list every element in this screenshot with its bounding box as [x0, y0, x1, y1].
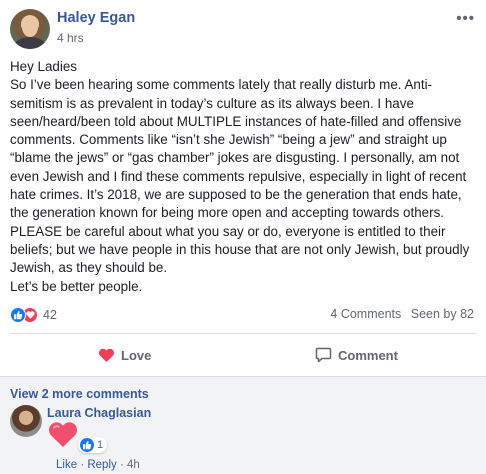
view-more-comments-link[interactable]: View 2 more comments — [10, 387, 149, 401]
comment-reaction-badge[interactable]: 1 — [78, 437, 108, 453]
post-closing: Let’s be better people. — [10, 278, 143, 294]
post-paragraph: So I’ve been hearing some comments latel… — [10, 77, 470, 276]
post-stats: 4 Comments Seen by 82 — [324, 307, 474, 321]
author-avatar[interactable] — [10, 9, 50, 49]
post-card: Haley Egan 4 hrs ••• Hey Ladies So I’ve … — [0, 0, 486, 474]
love-label: Love — [121, 347, 152, 363]
comment-count-link[interactable]: 4 Comments — [330, 307, 401, 321]
comment-icon — [315, 347, 332, 363]
like-reaction-icon — [10, 307, 26, 323]
like-reaction-icon — [80, 438, 94, 452]
comment-actions: Like · Reply · 4h — [56, 459, 140, 471]
author-name[interactable]: Haley Egan — [57, 10, 135, 26]
post-greeting: Hey Ladies — [10, 59, 77, 74]
comment-label: Comment — [338, 347, 398, 363]
post-text: Hey Ladies So I’ve been hearing some com… — [10, 58, 478, 296]
divider — [10, 333, 476, 334]
post-timestamp[interactable]: 4 hrs — [57, 31, 84, 45]
comment-bubble: Laura Chaglasian — [47, 404, 151, 422]
comment-button[interactable]: Comment — [315, 343, 398, 367]
heart-sticker-icon — [48, 422, 78, 453]
comment-reaction-count: 1 — [97, 439, 104, 451]
seen-by-count[interactable]: Seen by 82 — [411, 307, 474, 321]
commenter-name[interactable]: Laura Chaglasian — [47, 406, 151, 420]
reaction-summary[interactable]: 42 — [10, 306, 57, 324]
avatar-shoulders — [14, 37, 46, 49]
comment-like-link[interactable]: Like — [56, 459, 77, 471]
separator: · — [119, 459, 127, 471]
heart-icon — [99, 348, 114, 362]
comment-reply-link[interactable]: Reply — [87, 459, 116, 471]
comment-timestamp[interactable]: 4h — [127, 459, 140, 471]
commenter-avatar[interactable] — [10, 405, 42, 437]
love-button[interactable]: Love — [98, 343, 151, 367]
more-options-icon[interactable]: ••• — [456, 10, 475, 27]
reaction-count: 42 — [43, 308, 57, 322]
avatar-face — [22, 17, 38, 37]
